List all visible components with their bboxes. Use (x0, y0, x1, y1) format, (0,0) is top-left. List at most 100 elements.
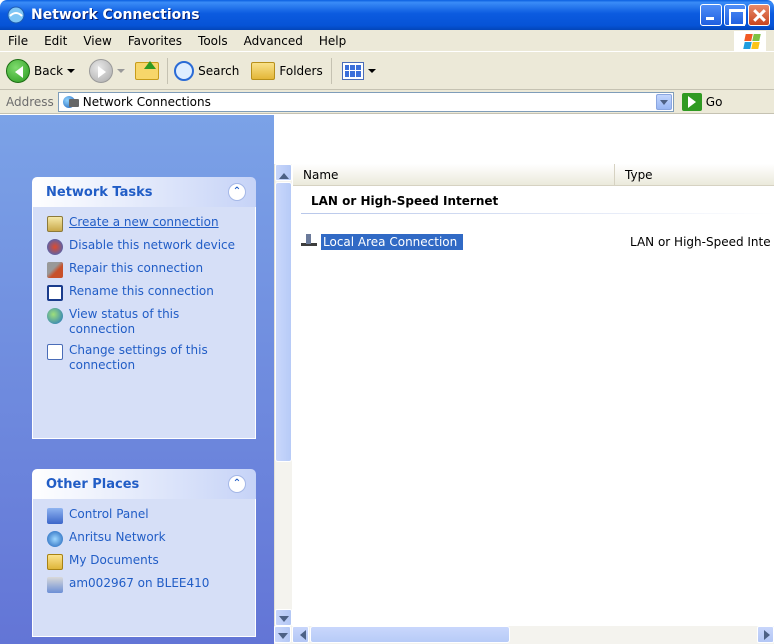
task-label: Change settings of this connection (69, 343, 208, 372)
place-network[interactable]: Anritsu Network (47, 530, 245, 547)
task-repair-connection[interactable]: Repair this connection (47, 261, 245, 278)
my-documents-icon (47, 554, 63, 570)
views-icon (341, 61, 364, 80)
other-places-body: Control Panel Anritsu Network My Documen… (32, 499, 256, 637)
network-tasks-panel: Network Tasks ⌃ Create a new connection … (32, 177, 256, 439)
network-tasks-body: Create a new connection Disable this net… (32, 207, 256, 439)
corner-scroll-down-button[interactable] (274, 626, 291, 643)
forward-dropdown-icon[interactable] (117, 68, 126, 77)
title-bar[interactable]: Network Connections (0, 0, 774, 30)
window-controls (700, 4, 770, 26)
place-label: Anritsu Network (69, 530, 166, 544)
horizontal-scrollbar[interactable] (274, 626, 774, 644)
place-my-documents[interactable]: My Documents (47, 553, 245, 570)
windows-logo-icon (734, 31, 766, 51)
collapse-icon[interactable]: ⌃ (228, 183, 246, 201)
back-arrow-icon (6, 58, 30, 83)
task-create-connection[interactable]: Create a new connection (47, 215, 245, 232)
menu-help[interactable]: Help (311, 34, 354, 48)
back-button[interactable]: Back (6, 58, 76, 83)
maximize-button[interactable] (724, 4, 746, 26)
menu-file[interactable]: File (0, 34, 36, 48)
network-drive-icon (47, 577, 63, 593)
lan-connection-icon (299, 234, 319, 248)
disable-icon (47, 239, 63, 255)
task-pane: Network Tasks ⌃ Create a new connection … (0, 115, 274, 644)
task-label: Create a new connection (69, 215, 219, 229)
menu-tools[interactable]: Tools (190, 34, 236, 48)
network-connections-icon (7, 6, 25, 24)
close-button[interactable] (748, 4, 770, 26)
place-network-drive[interactable]: am002967 on BLEE410 (47, 576, 245, 593)
vertical-scrollbar[interactable] (274, 164, 292, 626)
go-label: Go (705, 94, 723, 109)
network-tasks-title: Network Tasks (46, 184, 153, 200)
task-view-status[interactable]: View status of this connection (47, 307, 245, 337)
place-label: Control Panel (69, 507, 149, 521)
address-label: Address (6, 94, 54, 109)
other-places-header[interactable]: Other Places ⌃ (32, 469, 256, 499)
task-label: Disable this network device (69, 238, 236, 252)
search-button[interactable]: Search (174, 60, 240, 81)
new-connection-icon (47, 216, 63, 232)
place-control-panel[interactable]: Control Panel (47, 507, 245, 524)
go-button[interactable]: Go (681, 92, 723, 111)
window-title: Network Connections (31, 7, 200, 23)
address-input[interactable]: Network Connections (57, 91, 674, 112)
column-type[interactable]: Type (615, 164, 774, 185)
column-name[interactable]: Name (293, 164, 615, 185)
group-header: LAN or High-Speed Internet (311, 194, 499, 208)
address-value: Network Connections (82, 94, 211, 109)
task-label: Repair this connection (69, 261, 204, 275)
other-places-panel: Other Places ⌃ Control Panel Anritsu Net… (32, 469, 256, 637)
menu-advanced[interactable]: Advanced (236, 34, 311, 48)
rename-icon (47, 285, 63, 301)
address-bar: Address Network Connections Go (0, 90, 774, 114)
forward-button[interactable] (89, 58, 126, 83)
network-icon (47, 531, 63, 547)
task-rename-connection[interactable]: Rename this connection (47, 284, 245, 301)
scroll-up-button[interactable] (275, 164, 292, 181)
back-dropdown-icon[interactable] (67, 68, 76, 77)
search-label: Search (198, 63, 240, 78)
up-folder-icon[interactable] (135, 60, 160, 80)
folders-label: Folders (279, 63, 323, 78)
search-icon (174, 60, 195, 81)
views-button[interactable] (341, 61, 376, 80)
place-label: My Documents (69, 553, 159, 567)
scroll-right-button[interactable] (757, 626, 774, 643)
place-label: am002967 on BLEE410 (69, 576, 210, 590)
task-label: View status of this connection (69, 307, 180, 336)
folders-button[interactable]: Folders (251, 61, 323, 80)
minimize-button[interactable] (700, 4, 722, 26)
menu-edit[interactable]: Edit (36, 34, 75, 48)
address-dropdown-button[interactable] (655, 93, 672, 110)
scroll-left-button[interactable] (292, 626, 309, 643)
connection-type: LAN or High-Speed Inte (630, 235, 771, 249)
forward-arrow-icon (89, 58, 114, 83)
status-icon (47, 308, 63, 324)
back-label: Back (34, 63, 64, 78)
settings-icon (47, 344, 63, 360)
network-connections-icon (62, 95, 79, 109)
control-panel-icon (47, 508, 63, 524)
toolbar-separator (167, 57, 169, 84)
column-header: Name Type (293, 164, 774, 186)
file-list: Name Type LAN or High-Speed Internet Loc… (293, 164, 774, 626)
views-dropdown-icon (367, 68, 376, 77)
list-item[interactable]: Local Area Connection LAN or High-Speed … (299, 232, 774, 252)
toolbar-separator (330, 57, 332, 84)
go-arrow-icon (681, 92, 702, 111)
network-tasks-header[interactable]: Network Tasks ⌃ (32, 177, 256, 207)
task-disable-device[interactable]: Disable this network device (47, 238, 245, 255)
scroll-thumb[interactable] (275, 182, 292, 462)
scroll-down-button[interactable] (275, 609, 292, 626)
other-places-title: Other Places (46, 476, 140, 492)
menu-view[interactable]: View (75, 34, 119, 48)
menu-bar: File Edit View Favorites Tools Advanced … (0, 30, 774, 52)
connection-name: Local Area Connection (321, 234, 464, 250)
task-change-settings[interactable]: Change settings of this connection (47, 343, 245, 373)
collapse-icon[interactable]: ⌃ (228, 475, 246, 493)
menu-favorites[interactable]: Favorites (120, 34, 190, 48)
horizontal-scroll-thumb[interactable] (310, 626, 510, 643)
